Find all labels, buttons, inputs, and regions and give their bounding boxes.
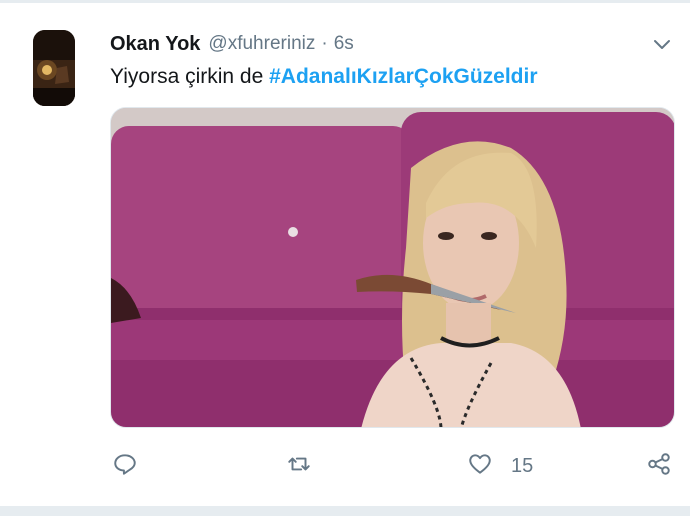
chevron-down-icon[interactable] [650, 32, 674, 56]
reply-button[interactable] [112, 448, 138, 484]
hashtag-link[interactable]: #AdanalıKızlarÇokGüzeldir [269, 65, 537, 88]
timestamp[interactable]: 6s [334, 33, 354, 55]
tweet-body: Yiyorsa çirkin de [110, 65, 270, 88]
tweet-actions: 15 [110, 448, 680, 484]
author-name[interactable]: Okan Yok [110, 33, 200, 56]
heart-icon [467, 451, 493, 482]
tweet-photo[interactable] [110, 107, 675, 428]
reply-icon [112, 451, 138, 482]
separator-dot: · [321, 33, 328, 54]
like-button[interactable]: 15 [467, 448, 533, 484]
retweet-icon [286, 451, 312, 482]
share-icon [646, 451, 672, 482]
share-button[interactable] [646, 448, 672, 484]
tweet-text: Yiyorsa çirkin de #AdanalıKızlarÇokGüzel… [110, 64, 538, 90]
tweet-header: Okan Yok @xfuhreriniz · 6s [110, 31, 354, 57]
bottom-divider [0, 506, 690, 516]
retweet-button[interactable] [286, 448, 312, 484]
top-divider [0, 0, 690, 3]
like-count: 15 [511, 454, 534, 477]
author-handle[interactable]: @xfuhreriniz [208, 33, 315, 55]
avatar[interactable] [33, 30, 75, 106]
